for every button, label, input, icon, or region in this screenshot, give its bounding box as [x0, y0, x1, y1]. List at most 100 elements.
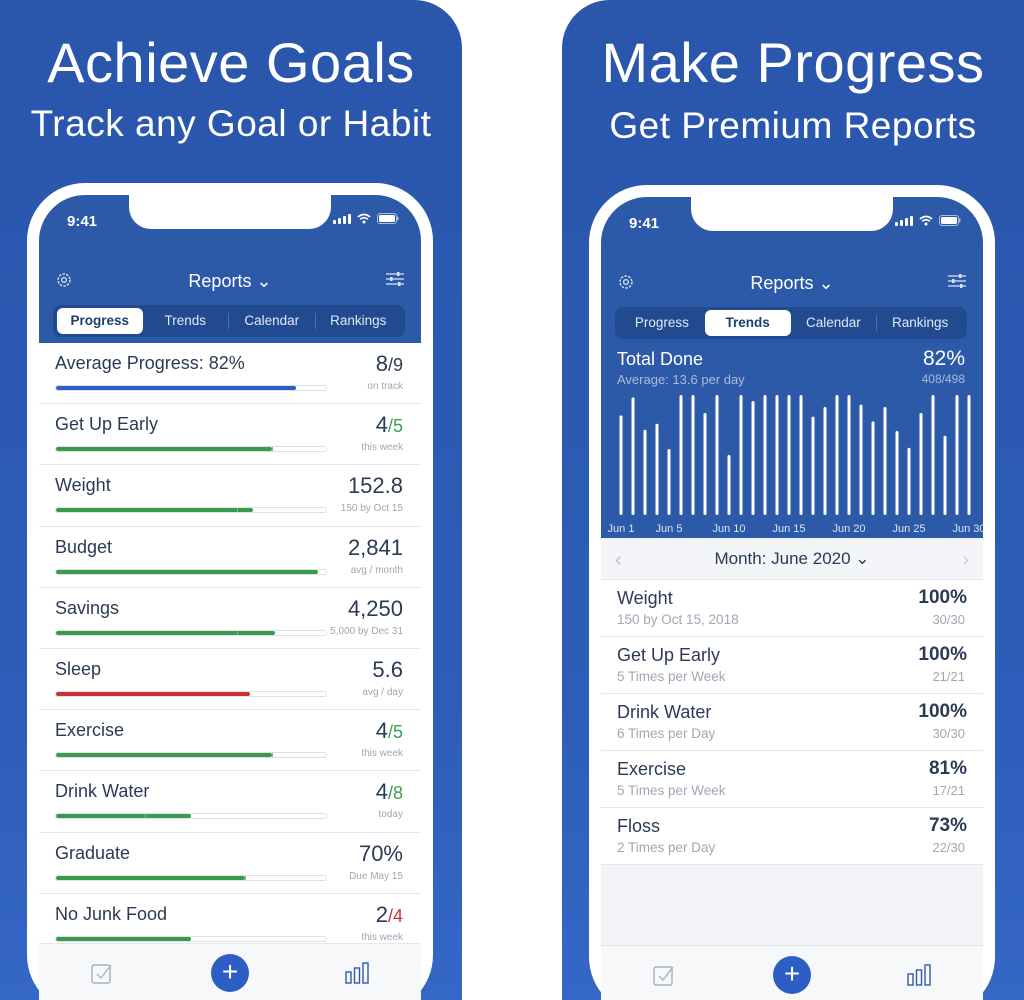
- goal-target: /5: [387, 416, 403, 437]
- goal-row[interactable]: Weight 152.8 150 by Oct 15: [39, 465, 421, 527]
- goal-name: Drink Water: [55, 781, 150, 802]
- goal-caption: Due May 15: [349, 870, 403, 882]
- tab-calendar[interactable]: Calendar: [791, 310, 877, 336]
- signal-icon: [333, 213, 351, 224]
- ranking-fraction: 30/30: [932, 726, 965, 741]
- bottom-tab-bar: +: [601, 945, 983, 1000]
- checkbox-icon[interactable]: [653, 964, 675, 991]
- segmented-tabs: Progress Trends Calendar Rankings: [53, 305, 405, 337]
- goal-row[interactable]: Savings 4,250 5,000 by Dec 31: [39, 587, 421, 649]
- chart-bar: [883, 407, 887, 515]
- ranking-name: Weight: [617, 588, 673, 608]
- ranking-row[interactable]: Weight 150 by Oct 15, 2018 100% 30/30: [601, 580, 983, 637]
- ranking-fraction: 30/30: [932, 612, 965, 627]
- add-goal-button[interactable]: +: [773, 956, 811, 994]
- goal-value: 4/8: [375, 779, 403, 805]
- tab-trends[interactable]: Trends: [143, 308, 229, 334]
- ranking-row[interactable]: Get Up Early 5 Times per Week 100% 21/21: [601, 637, 983, 694]
- goal-row[interactable]: Get Up Early 4/5 this week: [39, 404, 421, 466]
- goal-row[interactable]: Budget 2,841 avg / month: [39, 526, 421, 588]
- goal-name: Budget: [55, 536, 113, 557]
- ranking-list: Weight 150 by Oct 15, 2018 100% 30/30 Get Up…: [601, 580, 983, 865]
- goal-caption: on track: [367, 381, 403, 392]
- goal-value: 2,841: [347, 534, 403, 560]
- target-marker: [145, 814, 147, 819]
- goal-value: 8/9: [375, 351, 403, 376]
- chart-tick-label: Jun 10: [712, 523, 745, 535]
- chart-tick-label: Jun 1: [608, 523, 635, 535]
- tab-rankings[interactable]: Rankings: [316, 308, 402, 334]
- progress-fill: [56, 936, 191, 941]
- goal-row[interactable]: Graduate 70% Due May 15: [39, 832, 421, 894]
- ranking-frequency: 150 by Oct 15, 2018: [617, 612, 739, 627]
- goal-caption: this week: [361, 748, 403, 760]
- goal-target: /4: [387, 905, 403, 926]
- goal-value: 5.6: [372, 656, 403, 682]
- filter-sliders-icon[interactable]: [385, 271, 405, 292]
- goal-name: Exercise: [55, 720, 125, 741]
- goal-name: Savings: [55, 597, 120, 618]
- goal-caption: today: [378, 809, 403, 821]
- goal-value: 4,250: [347, 595, 403, 621]
- goal-target: /8: [387, 783, 403, 804]
- chevron-right-icon[interactable]: ›: [962, 549, 969, 572]
- tab-trends[interactable]: Trends: [704, 310, 791, 336]
- goal-list: Average Progress: 82% 8/9 on track Get Up E…: [39, 343, 421, 955]
- goal-row[interactable]: Exercise 4/5 this week: [39, 710, 421, 772]
- app-header: 9:41 Reports ⌄ Progress Trends Calendar …: [39, 195, 421, 343]
- goal-row[interactable]: Average Progress: 82% 8/9 on track: [39, 343, 421, 405]
- goal-row[interactable]: Sleep 5.6 avg / day: [39, 648, 421, 711]
- notch: [691, 197, 893, 231]
- ranking-row[interactable]: Drink Water 6 Times per Day 100% 30/30: [601, 694, 983, 751]
- tab-progress[interactable]: Progress: [619, 310, 705, 336]
- chevron-down-icon: ⌄: [256, 271, 272, 291]
- headline: Make Progress: [601, 31, 985, 94]
- signal-icon: [895, 215, 913, 226]
- headline: Achieve Goals: [47, 31, 415, 94]
- ranking-row[interactable]: Exercise 5 Times per Week 81% 17/21: [601, 751, 983, 808]
- target-marker: [272, 447, 273, 452]
- chart-bar: [931, 395, 935, 515]
- progress-bar: [55, 874, 327, 881]
- month-label[interactable]: Month: June 2020 ⌄: [601, 549, 983, 569]
- chart-bar: [787, 395, 791, 515]
- goal-value: 70%: [358, 840, 403, 866]
- progress-bar: [55, 629, 327, 636]
- progress-fill: [56, 875, 245, 880]
- page-title[interactable]: Reports ⌄: [601, 273, 983, 294]
- status-time: 9:41: [629, 215, 660, 232]
- goal-name: Weight: [55, 475, 111, 496]
- ranking-frequency: 2 Times per Day: [617, 840, 716, 855]
- add-goal-button[interactable]: +: [211, 954, 249, 992]
- ranking-row[interactable]: Floss 2 Times per Day 73% 22/30: [601, 808, 983, 865]
- checkbox-icon[interactable]: [91, 962, 113, 989]
- wifi-icon: [357, 213, 371, 224]
- promo-panel-right: Make Progress Get Premium Reports 9:41 R…: [562, 0, 1024, 1000]
- progress-fill: [56, 814, 191, 819]
- chart-bar: [847, 395, 851, 515]
- goal-row[interactable]: Drink Water 4/8 today: [39, 771, 421, 833]
- status-icons: [895, 215, 961, 226]
- chart-tick-label: Jun 25: [892, 523, 925, 535]
- tab-rankings[interactable]: Rankings: [877, 310, 963, 336]
- goal-caption: this week: [361, 931, 403, 943]
- goal-name: Get Up Early: [55, 414, 159, 435]
- summary-subtitle: Average: 13.6 per day: [617, 372, 745, 387]
- progress-bar: [55, 568, 327, 575]
- tab-progress[interactable]: Progress: [57, 308, 143, 334]
- ranking-fraction: 17/21: [932, 783, 965, 798]
- bar-chart-icon[interactable]: [907, 964, 931, 991]
- page-title[interactable]: Reports ⌄: [39, 271, 421, 292]
- status-time: 9:41: [67, 213, 98, 230]
- chart-bar: [631, 397, 635, 515]
- progress-bar: [55, 446, 327, 453]
- subline: Track any Goal or Habit: [30, 103, 432, 144]
- chart-bar: [811, 416, 815, 515]
- target-marker: [236, 630, 238, 635]
- progress-bar: [55, 690, 327, 697]
- filter-sliders-icon[interactable]: [947, 273, 967, 294]
- progress-bar: [55, 935, 327, 942]
- bar-chart-icon[interactable]: [345, 962, 369, 989]
- tab-calendar[interactable]: Calendar: [229, 308, 315, 334]
- chart-bar: [679, 395, 683, 515]
